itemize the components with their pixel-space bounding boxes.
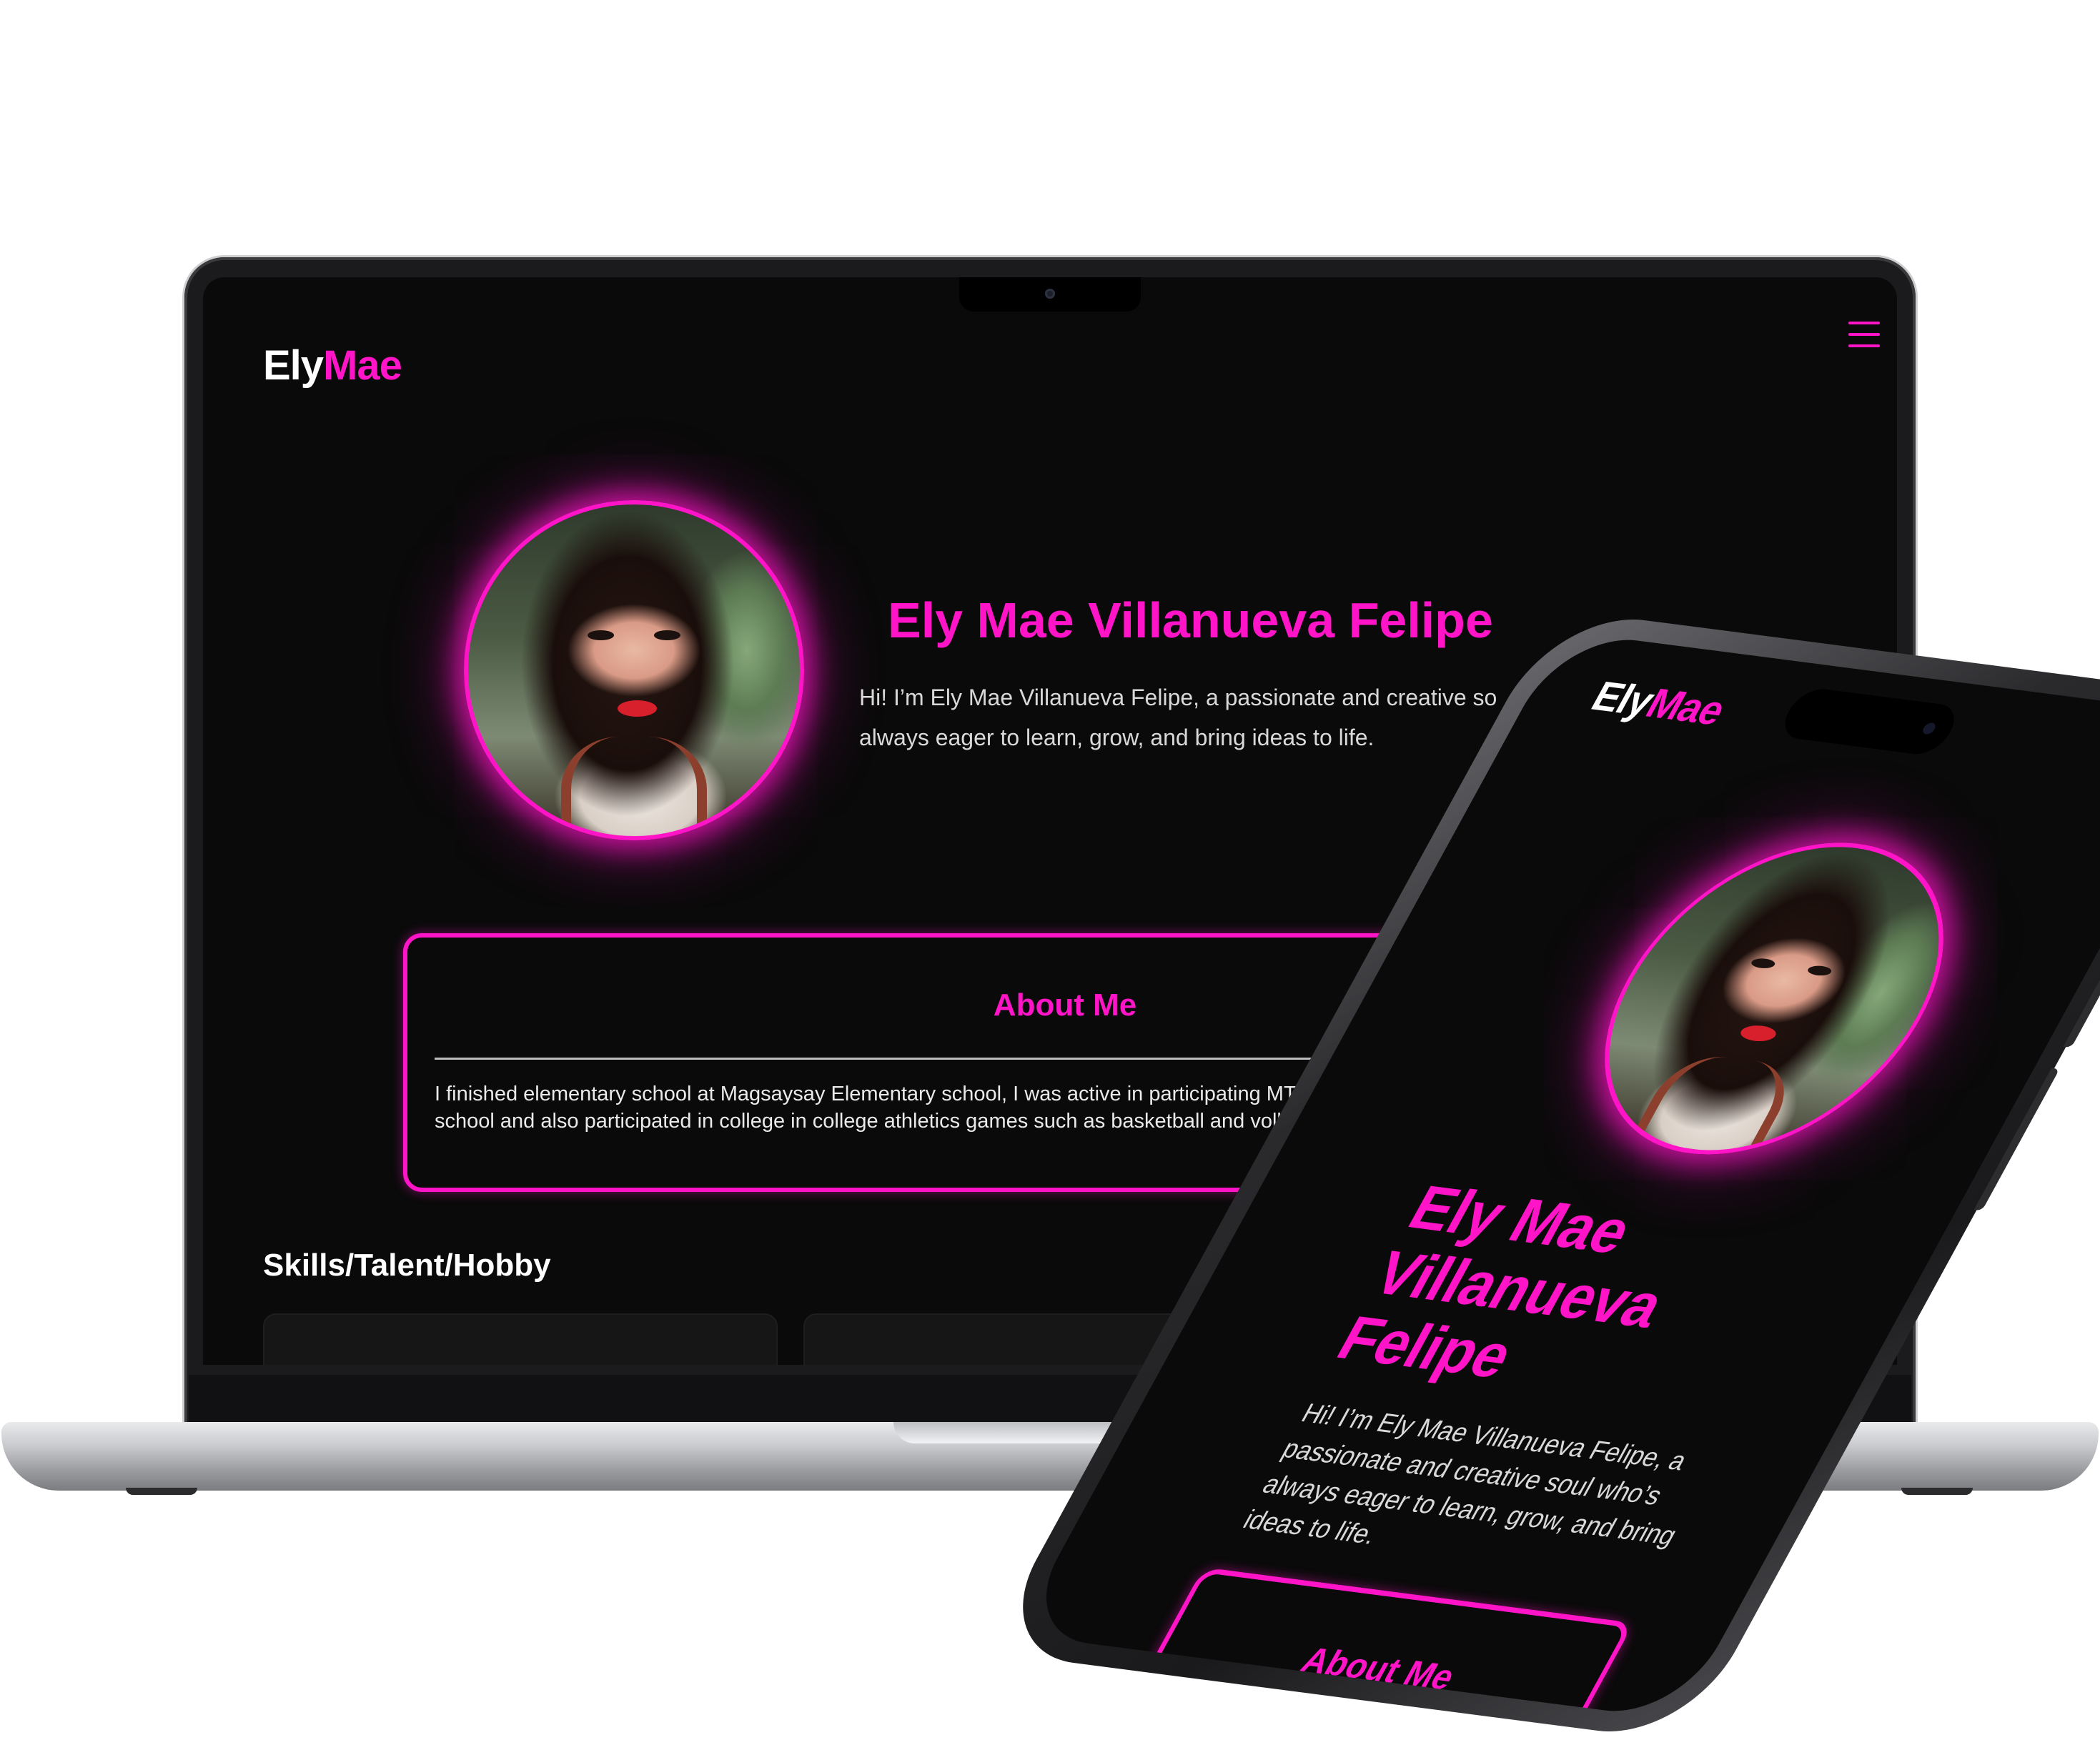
skill-card[interactable]	[263, 1313, 778, 1365]
mobile-hero-name: Ely Mae Villanueva Felipe	[1326, 1172, 1677, 1391]
site-logo[interactable]: ElyMae	[263, 342, 402, 389]
logo-text-mae: Mae	[323, 342, 402, 389]
hero-bio-line-2: always eager to learn, grow, and bring i…	[859, 725, 1375, 750]
logo-text-ely: Ely	[263, 342, 324, 389]
device-mockup-stage: ElyMae Ely Mae Villanueva Felipe Hi! I’m…	[0, 0, 2100, 1760]
skills-heading: Skills/Talent/Hobby	[263, 1248, 551, 1283]
dynamic-island	[1775, 686, 1964, 757]
hamburger-menu-icon[interactable]	[1848, 322, 1880, 350]
hero-bio-line-1: Hi! I’m Ely Mae Villanueva Felipe, a pas…	[859, 685, 1497, 710]
laptop-foot	[1901, 1488, 1973, 1495]
laptop-foot	[126, 1488, 197, 1495]
mobile-profile-avatar	[1542, 825, 2006, 1173]
hero-name: Ely Mae Villanueva Felipe	[888, 592, 1493, 648]
profile-avatar	[464, 500, 804, 840]
about-line-2: school and also participated in college …	[435, 1110, 1294, 1133]
about-line-1: I finished elementary school at Magsaysa…	[435, 1083, 1304, 1105]
laptop-camera-icon	[1045, 289, 1055, 299]
mobile-site-logo[interactable]: ElyMae	[1583, 672, 1734, 734]
mobile-hero-bio: Hi! I’m Ely Mae Villanueva Felipe, a pas…	[1238, 1397, 1693, 1551]
